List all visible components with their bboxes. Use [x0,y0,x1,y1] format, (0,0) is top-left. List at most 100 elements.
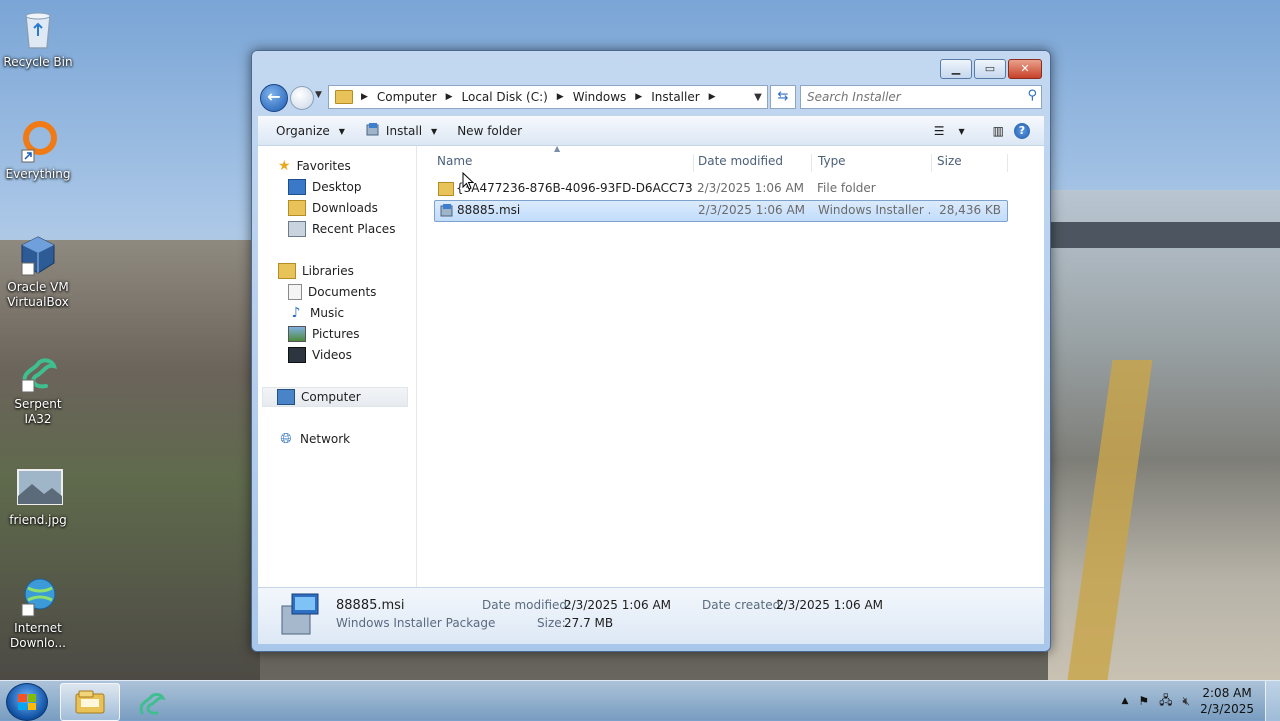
column-header-name[interactable]: Name ▲ [432,144,694,172]
show-hidden-icons-icon[interactable]: ▲ [1121,696,1128,706]
desktop-icon-friend-jpg[interactable]: friend.jpg [0,466,76,528]
history-dropdown-icon[interactable]: ▼ [315,90,322,100]
navigation-pane: ★ Favorites Desktop Downloads Recent Pla… [258,146,417,588]
nav-libraries[interactable]: Libraries [278,261,354,281]
nav-network[interactable]: 🌐︎ Network [278,429,350,449]
details-pane: 88885.msi Windows Installer Package Date… [258,587,1044,644]
desktop-icon-virtualbox[interactable]: Oracle VM VirtualBox [0,233,76,310]
breadcrumb-computer[interactable]: Computer [377,90,437,104]
navigation-bar: ← ▼ ▶ Computer ▶ Local Disk (C:) ▶ Windo… [258,83,1044,112]
search-icon[interactable]: ⚲ [1027,88,1037,103]
nav-label: Downloads [312,201,378,215]
file-type: File folder [817,181,876,195]
nav-label: Pictures [312,327,360,341]
installer-package-icon [439,203,455,222]
address-bar[interactable]: ▶ Computer ▶ Local Disk (C:) ▶ Windows ▶… [328,85,768,109]
breadcrumb-chevron-icon[interactable]: ▶ [709,92,716,102]
taskbar-explorer-button[interactable] [60,683,120,721]
new-folder-label: New folder [457,124,523,138]
file-name: 88885.msi [457,203,521,217]
preview-pane-icon[interactable]: ▥ [993,124,1004,138]
help-icon[interactable]: ? [1014,123,1030,139]
nav-favorites[interactable]: ★ Favorites [278,156,351,176]
desktop-icon-label: Internet Downlo... [10,621,66,650]
column-header-date-modified[interactable]: Date modified [693,154,812,172]
desktop-icon-recycle-bin[interactable]: Recycle Bin [0,8,76,70]
organize-label: Organize [276,124,330,138]
start-button[interactable] [6,683,48,721]
new-folder-button[interactable]: New folder [447,118,532,144]
minimize-button[interactable]: ▁ [940,59,972,79]
nav-documents[interactable]: Documents [288,282,376,302]
view-options-icon[interactable]: ☰ [934,124,945,138]
breadcrumb-local-disk[interactable]: Local Disk (C:) [462,90,548,104]
recycle-bin-icon [16,8,60,52]
file-date: 2/3/2025 1:06 AM [697,181,805,195]
refresh-icon[interactable]: ⇆ [770,85,796,109]
breadcrumb-installer[interactable]: Installer [651,90,699,104]
address-dropdown-icon[interactable]: ▼ [749,92,767,103]
forward-button[interactable] [290,86,314,110]
nav-pictures[interactable]: Pictures [288,324,360,344]
nav-music[interactable]: ♪ Music [288,303,345,323]
volume-muted-icon[interactable]: 🔇︎ [1183,694,1191,709]
file-row[interactable]: {3A477236-876B-4096-93FD-D6ACC7381D... 2… [434,179,1006,199]
column-label: Size [937,154,962,168]
nav-label: Recent Places [312,222,396,236]
desktop-icon [288,179,306,195]
details-date-modified: 2/3/2025 1:06 AM [564,598,672,612]
desktop-icon-internet-download-manager[interactable]: Internet Downlo... [0,574,76,651]
downloads-folder-icon [288,200,306,216]
breadcrumb-chevron-icon[interactable]: ▶ [446,92,453,102]
breadcrumb: ▶ Computer ▶ Local Disk (C:) ▶ Windows ▶… [359,90,725,104]
nav-computer[interactable]: Computer [262,387,408,407]
action-center-flag-icon[interactable]: ⚑ [1138,694,1149,708]
file-size: 28,436 KB [939,203,1001,217]
show-desktop-button[interactable] [1265,681,1280,721]
image-file-icon [16,466,63,510]
desktop-icon-everything[interactable]: Everything [0,120,76,182]
serpent-dragon-icon [16,350,60,394]
column-header-size[interactable]: Size [932,154,1008,172]
breadcrumb-chevron-icon[interactable]: ▶ [361,92,368,102]
nav-downloads[interactable]: Downloads [288,198,378,218]
wallpaper-bridge [1048,222,1280,248]
system-tray: ▲ ⚑ 🖧︎ 🔇︎ 2:08 AM 2/3/2025 [1121,681,1280,721]
taskbar: ▲ ⚑ 🖧︎ 🔇︎ 2:08 AM 2/3/2025 [0,680,1280,721]
details-filetype: Windows Installer Package [336,616,496,630]
organize-button[interactable]: Organize ▼ [258,118,355,144]
install-button[interactable]: Install ▼ [355,118,447,144]
file-name: {3A477236-876B-4096-93FD-D6ACC7381D... [456,181,692,195]
back-button[interactable]: ← [260,84,288,112]
search-input[interactable] [801,86,1009,108]
network-status-icon[interactable]: 🖧︎ [1159,691,1172,712]
nav-desktop[interactable]: Desktop [288,177,362,197]
column-header-type[interactable]: Type [813,154,932,172]
details-date-modified-label: Date modified: [482,598,572,612]
breadcrumb-windows[interactable]: Windows [573,90,627,104]
windows-logo-icon [18,694,36,710]
breadcrumb-chevron-icon[interactable]: ▶ [557,92,564,102]
chevron-down-icon[interactable]: ▼ [959,127,965,136]
taskbar-serpent-button[interactable] [122,683,180,719]
installer-package-icon [365,122,381,141]
command-bar: Organize ▼ Install ▼ New folder ☰ ▼ ▥ ? [258,115,1044,146]
desktop-icon-label: Oracle VM VirtualBox [7,280,69,309]
clock-time: 2:08 AM [1202,686,1252,700]
mouse-cursor-icon [462,171,475,193]
breadcrumb-chevron-icon[interactable]: ▶ [635,92,642,102]
clock-date: 2/3/2025 [1200,702,1254,716]
nav-videos[interactable]: Videos [288,345,352,365]
nav-recent-places[interactable]: Recent Places [288,219,395,239]
clock[interactable]: 2:08 AM 2/3/2025 [1200,685,1254,717]
close-button[interactable]: ✕ [1008,59,1042,79]
explorer-window[interactable]: ▁ ▭ ✕ ← ▼ ▶ Computer ▶ Local Disk (C:) ▶… [251,50,1051,652]
file-date: 2/3/2025 1:06 AM [698,203,806,217]
file-list: Name ▲ Date modified Type Size {3A477236… [418,144,1044,588]
file-row[interactable]: 88885.msi 2/3/2025 1:06 AM Windows Insta… [434,200,1008,222]
maximize-button[interactable]: ▭ [974,59,1006,79]
nav-label: Libraries [302,264,354,278]
desktop-icon-serpent[interactable]: Serpent IA32 [0,350,76,427]
chevron-down-icon: ▼ [431,126,438,136]
details-date-created: 2/3/2025 1:06 AM [776,598,884,612]
